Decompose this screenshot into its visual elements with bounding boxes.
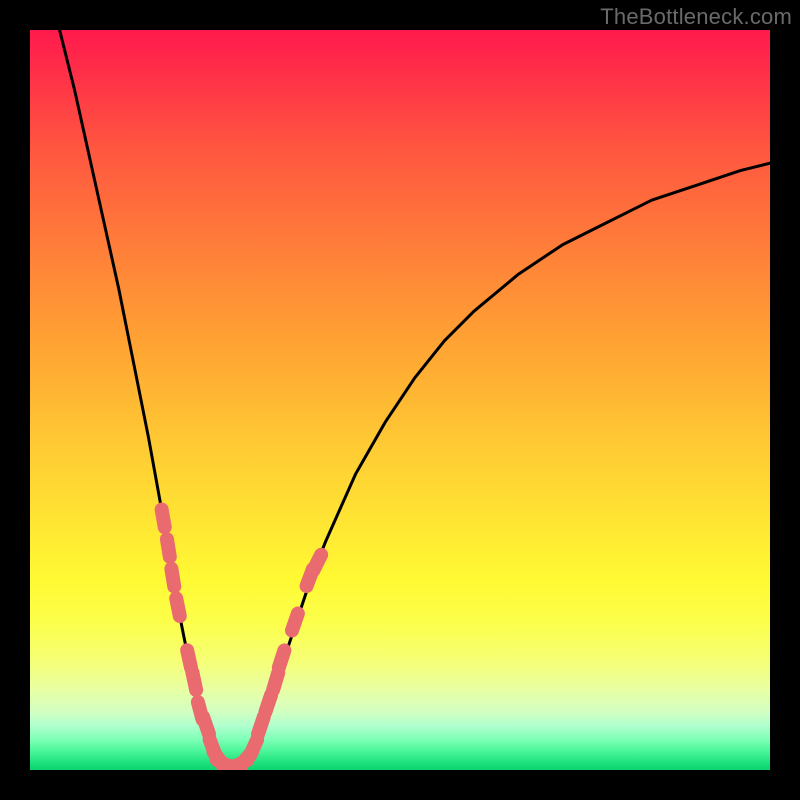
curve-marker bbox=[171, 569, 174, 587]
curve-marker bbox=[203, 717, 209, 734]
curve-marker bbox=[176, 598, 180, 616]
chart-svg bbox=[30, 30, 770, 770]
bottleneck-curve bbox=[60, 30, 770, 766]
curve-marker bbox=[265, 695, 271, 712]
curve-marker bbox=[292, 613, 298, 630]
curve-marker bbox=[273, 673, 278, 690]
curve-marker bbox=[192, 672, 196, 690]
plot-area bbox=[30, 30, 770, 770]
curve-marker bbox=[258, 717, 264, 734]
watermark-text: TheBottleneck.com bbox=[600, 4, 792, 30]
curve-marker bbox=[279, 650, 285, 667]
curve-marker bbox=[162, 510, 165, 528]
curve-marker bbox=[167, 539, 170, 557]
curve-marker bbox=[187, 650, 191, 668]
curve-marker bbox=[313, 555, 321, 571]
curve-layer bbox=[60, 30, 770, 766]
chart-frame: TheBottleneck.com bbox=[0, 0, 800, 800]
curve-marker bbox=[250, 740, 257, 756]
